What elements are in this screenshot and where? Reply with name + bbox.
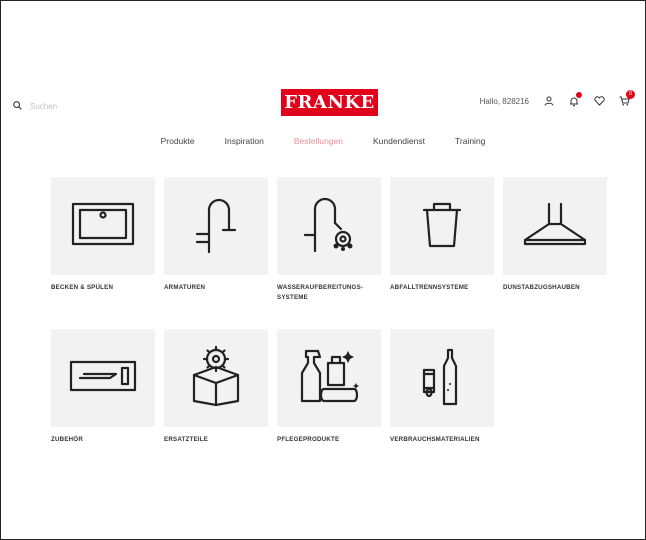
logo-text: FRANKE	[284, 92, 375, 113]
main-navigation: Produkte Inspiration Bestellungen Kundendie…	[1, 132, 645, 152]
franke-logo[interactable]: FRANKE	[281, 89, 378, 116]
category-label[interactable]: BECKEN & SPÜLEN	[51, 283, 155, 293]
consumables-icon	[418, 344, 466, 413]
category-label[interactable]: ARMATUREN	[164, 283, 268, 293]
nav-item-produkte[interactable]: Produkte	[146, 132, 210, 152]
category-tile[interactable]: ERSATZTEILE	[164, 329, 268, 445]
search-bar[interactable]	[13, 97, 110, 115]
nav-item-bestellungen[interactable]: Bestellungen	[279, 132, 358, 152]
user-greeting: Hallo, 828216	[479, 96, 529, 106]
cart-count-badge: 0	[626, 90, 635, 99]
category-label[interactable]: PFLEGEPRODUKTE	[277, 435, 381, 445]
category-tile[interactable]: WASSERAUFBEREITUNGS-SYSTEME	[277, 177, 381, 303]
spare-parts-icon	[186, 345, 246, 412]
category-tile[interactable]: BECKEN & SPÜLEN	[51, 177, 155, 293]
category-image[interactable]	[51, 177, 155, 275]
category-image[interactable]	[164, 329, 268, 427]
category-label[interactable]: ERSATZTEILE	[164, 435, 268, 445]
nav-item-training[interactable]: Training	[440, 132, 500, 152]
category-label[interactable]: ZUBEHÖR	[51, 435, 155, 445]
search-icon[interactable]	[13, 97, 22, 115]
category-image[interactable]	[164, 177, 268, 275]
category-tile[interactable]: PFLEGEPRODUKTE	[277, 329, 381, 445]
waste-bin-icon	[418, 198, 466, 255]
water-tap-icon	[301, 193, 357, 260]
care-products-icon	[296, 345, 362, 412]
category-image[interactable]	[51, 329, 155, 427]
category-tile[interactable]: ZUBEHÖR	[51, 329, 155, 445]
page-frame: FRANKE Hallo, 828216 0 ProdukteInspirati…	[0, 0, 646, 540]
category-image[interactable]	[503, 177, 607, 275]
cart-icon[interactable]: 0	[617, 90, 635, 108]
user-icon[interactable]	[542, 94, 556, 108]
header: FRANKE Hallo, 828216 0	[1, 85, 645, 125]
category-image[interactable]	[390, 177, 494, 275]
category-label[interactable]: ABFALLTRENNSYSTEME	[390, 283, 494, 293]
category-tile[interactable]: ARMATUREN	[164, 177, 268, 293]
category-tile[interactable]: ABFALLTRENNSYSTEME	[390, 177, 494, 293]
category-label[interactable]: DUNSTABZUGSHAUBEN	[503, 283, 607, 293]
category-image[interactable]	[390, 329, 494, 427]
category-tile[interactable]: VERBRAUCHSMATERIALIEN	[390, 329, 494, 445]
category-image[interactable]	[277, 177, 381, 275]
nav-item-kundendienst[interactable]: Kundendienst	[358, 132, 440, 152]
hood-icon	[519, 200, 591, 253]
heart-icon[interactable]	[592, 94, 606, 108]
faucet-icon	[191, 194, 241, 259]
cutting-board-icon	[68, 358, 138, 399]
nav-item-inspiration[interactable]: Inspiration	[210, 132, 279, 152]
category-label[interactable]: VERBRAUCHSMATERIALIEN	[390, 435, 494, 445]
sink-icon	[70, 200, 136, 253]
notification-dot	[576, 92, 582, 98]
bell-icon[interactable]	[567, 92, 582, 108]
category-tile[interactable]: DUNSTABZUGSHAUBEN	[503, 177, 607, 293]
user-area: Hallo, 828216 0	[479, 90, 635, 108]
category-label[interactable]: WASSERAUFBEREITUNGS-SYSTEME	[277, 283, 381, 303]
search-input[interactable]	[30, 101, 110, 111]
category-image[interactable]	[277, 329, 381, 427]
